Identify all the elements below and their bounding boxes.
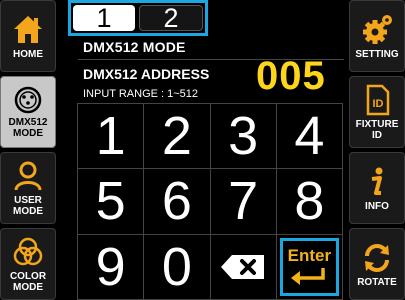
key-7[interactable]: 7 (210, 169, 277, 235)
backspace-key[interactable] (210, 234, 277, 300)
enter-arrow-icon (291, 268, 326, 286)
key-2[interactable]: 2 (144, 104, 211, 170)
color-mode-button[interactable]: COLOR MODE (0, 228, 56, 300)
fixture-id-button[interactable]: ID FIXTURE ID (349, 76, 405, 148)
rotate-icon (365, 243, 389, 272)
enter-label: Enter (287, 246, 332, 266)
svg-text:ID: ID (373, 98, 384, 110)
dmx-connector-icon (14, 86, 42, 113)
key-8[interactable]: 8 (276, 169, 343, 235)
setting-button[interactable]: SETTING (349, 0, 405, 72)
key-9[interactable]: 9 (78, 234, 145, 300)
id-card-icon: ID (366, 84, 390, 116)
user-icon (14, 161, 42, 191)
fixture-id-label: FIXTURE ID (355, 119, 399, 141)
info-button[interactable]: INFO (349, 152, 405, 224)
page-tab-1[interactable]: 1 (73, 3, 135, 33)
color-circles-icon (13, 237, 43, 266)
address-label: DMX512 ADDRESS (83, 66, 210, 82)
gear-icon (363, 14, 392, 44)
dmx512-mode-button[interactable]: DMX512 MODE (0, 76, 56, 148)
user-mode-button[interactable]: USER MODE (0, 152, 56, 224)
rotate-label: ROTATE (357, 276, 397, 288)
enter-key[interactable]: Enter (276, 234, 343, 300)
page-selector: 1 2 (68, 0, 208, 36)
enter-button-frame: Enter (279, 237, 339, 296)
numeric-keypad: 1 2 3 4 5 6 7 8 9 0 Enter (77, 103, 343, 300)
mode-title: DMX512 MODE (83, 39, 186, 55)
right-sidebar: SETTING ID FIXTURE ID INFO ROTATE (349, 0, 405, 300)
key-1[interactable]: 1 (78, 104, 145, 170)
home-icon (14, 15, 42, 43)
key-4[interactable]: 4 (276, 104, 343, 170)
rotate-button[interactable]: ROTATE (349, 228, 405, 300)
key-6[interactable]: 6 (144, 169, 211, 235)
backspace-icon (221, 254, 265, 279)
info-icon (371, 167, 383, 195)
input-range-text: INPUT RANGE : 1~512 (83, 88, 199, 100)
key-5[interactable]: 5 (78, 169, 145, 235)
home-label: HOME (13, 48, 43, 60)
info-label: INFO (365, 200, 389, 212)
user-mode-label: USER MODE (13, 195, 43, 217)
address-value: 005 (256, 54, 326, 98)
home-button[interactable]: HOME (0, 0, 56, 72)
left-sidebar: HOME DMX512 MODE USER MODE COLOR MODE (0, 0, 56, 300)
setting-label: SETTING (355, 48, 399, 60)
key-0[interactable]: 0 (144, 234, 211, 300)
key-3[interactable]: 3 (210, 104, 277, 170)
dmx512-mode-label: DMX512 MODE (8, 116, 48, 139)
color-mode-label: COLOR MODE (9, 271, 47, 293)
page-tab-2[interactable]: 2 (139, 3, 203, 33)
